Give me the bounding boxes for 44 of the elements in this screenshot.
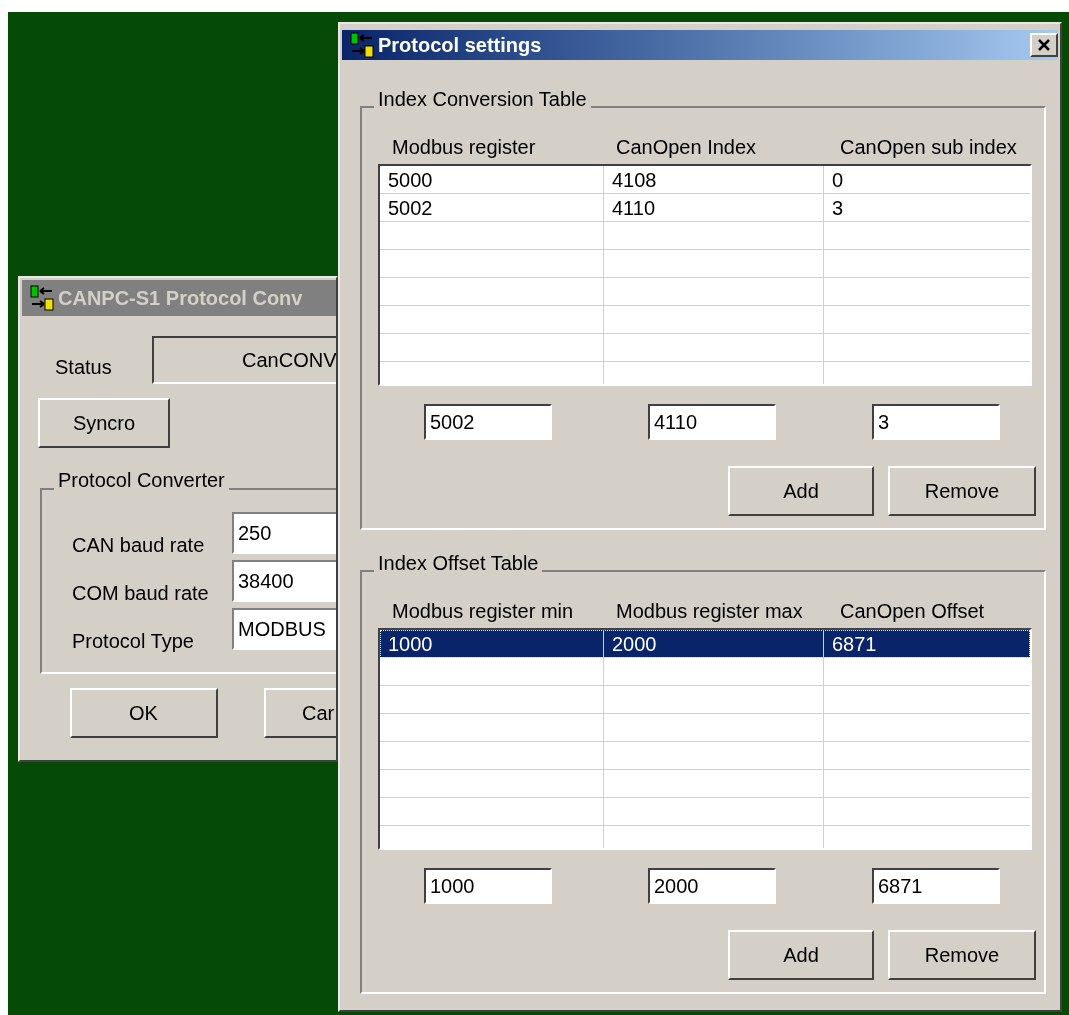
dialog-button[interactable]: Car — [264, 688, 336, 738]
input-field[interactable]: 6871 — [872, 868, 1000, 904]
dialog-button[interactable]: Remove — [888, 930, 1036, 980]
input-field[interactable]: 2000 — [648, 868, 776, 904]
field-label: CAN baud rate — [72, 533, 205, 558]
dialog-button[interactable]: Add — [728, 930, 874, 980]
close-button[interactable] — [1030, 33, 1058, 57]
dialog-button[interactable]: Add — [728, 466, 874, 516]
close-icon — [1037, 39, 1051, 51]
app-icon — [350, 32, 374, 58]
window-title: CANPC-S1 Protocol Conv — [58, 286, 303, 311]
column-header: Modbus register — [392, 135, 536, 160]
field-label: COM baud rate — [72, 581, 209, 606]
column-header: CanOpen Offset — [840, 599, 985, 624]
table-cell: 5002 — [388, 197, 433, 219]
table-cell: 5000 — [388, 169, 433, 191]
table-cell: 3 — [832, 197, 844, 219]
column-header: CanOpen sub index — [840, 135, 1017, 160]
table-row[interactable]: 5002 4110 3 — [380, 194, 1030, 222]
table-cell: 6871 — [832, 633, 877, 655]
input-field[interactable]: 1000 — [424, 868, 552, 904]
table-row[interactable]: 1000 2000 6871 — [380, 630, 1030, 658]
dialog-button[interactable]: Remove — [888, 466, 1036, 516]
window-title: Protocol settings — [378, 33, 542, 58]
syncro-button[interactable]: Syncro — [38, 398, 170, 448]
field-label: Protocol Type — [72, 629, 194, 654]
input-field[interactable]: 5002 — [424, 404, 552, 440]
table-cell: 2000 — [612, 633, 657, 655]
table-cell: 0 — [832, 169, 844, 191]
status-label: Status — [55, 355, 112, 380]
column-header: Modbus register min — [392, 599, 574, 624]
dialog-button[interactable]: OK — [70, 688, 218, 738]
table-cell: 4110 — [612, 197, 655, 219]
input-field[interactable]: 250 — [232, 512, 336, 554]
column-header: Modbus register max — [616, 599, 803, 624]
input-field[interactable]: MODBUS — [232, 608, 336, 650]
column-header: CanOpen Index — [616, 135, 757, 160]
app-icon — [30, 285, 54, 311]
input-field[interactable]: 38400 — [232, 560, 336, 602]
table-cell: 4108 — [612, 169, 657, 191]
input-field[interactable]: 4110 — [648, 404, 776, 440]
table-row[interactable]: 5000 4108 0 — [380, 166, 1030, 194]
input-field[interactable]: 3 — [872, 404, 1000, 440]
table-cell: 1000 — [388, 633, 433, 655]
